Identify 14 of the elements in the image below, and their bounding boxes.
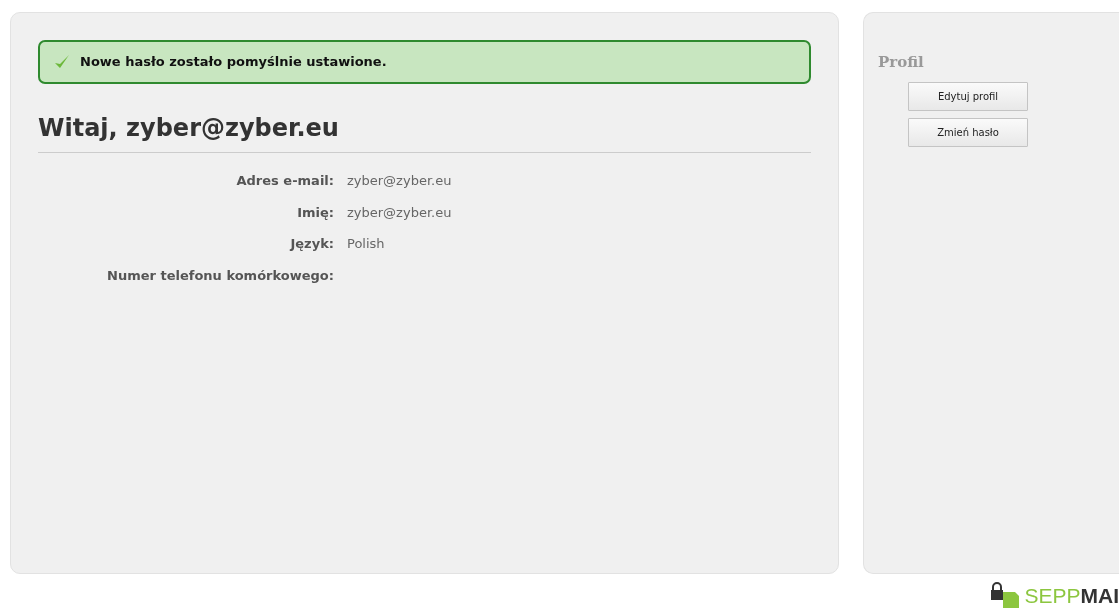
logo-icon xyxy=(990,582,1021,608)
field-value: Polish xyxy=(347,235,386,254)
profile-button[interactable]: Edytuj profil xyxy=(908,81,1028,111)
field-label: Adres e-mail: xyxy=(235,172,334,191)
field-value: zyber@zyber.eu xyxy=(347,172,453,191)
profile-heading: Profil xyxy=(878,52,925,73)
welcome-heading: Witaj, zyber@zyber.eu xyxy=(38,113,811,154)
field-label: Numer telefonu komórkowego: xyxy=(106,266,334,285)
alert-message: Nowe hasło zostało pomyślnie ustawione. xyxy=(80,53,387,71)
profile-button[interactable]: Zmień hasło xyxy=(908,117,1028,147)
field-label: Imię: xyxy=(296,203,334,222)
logo-text: SEPPMAI xyxy=(1024,584,1119,606)
field-label: Język: xyxy=(288,235,334,254)
field-value: zyber@zyber.eu xyxy=(347,203,453,222)
